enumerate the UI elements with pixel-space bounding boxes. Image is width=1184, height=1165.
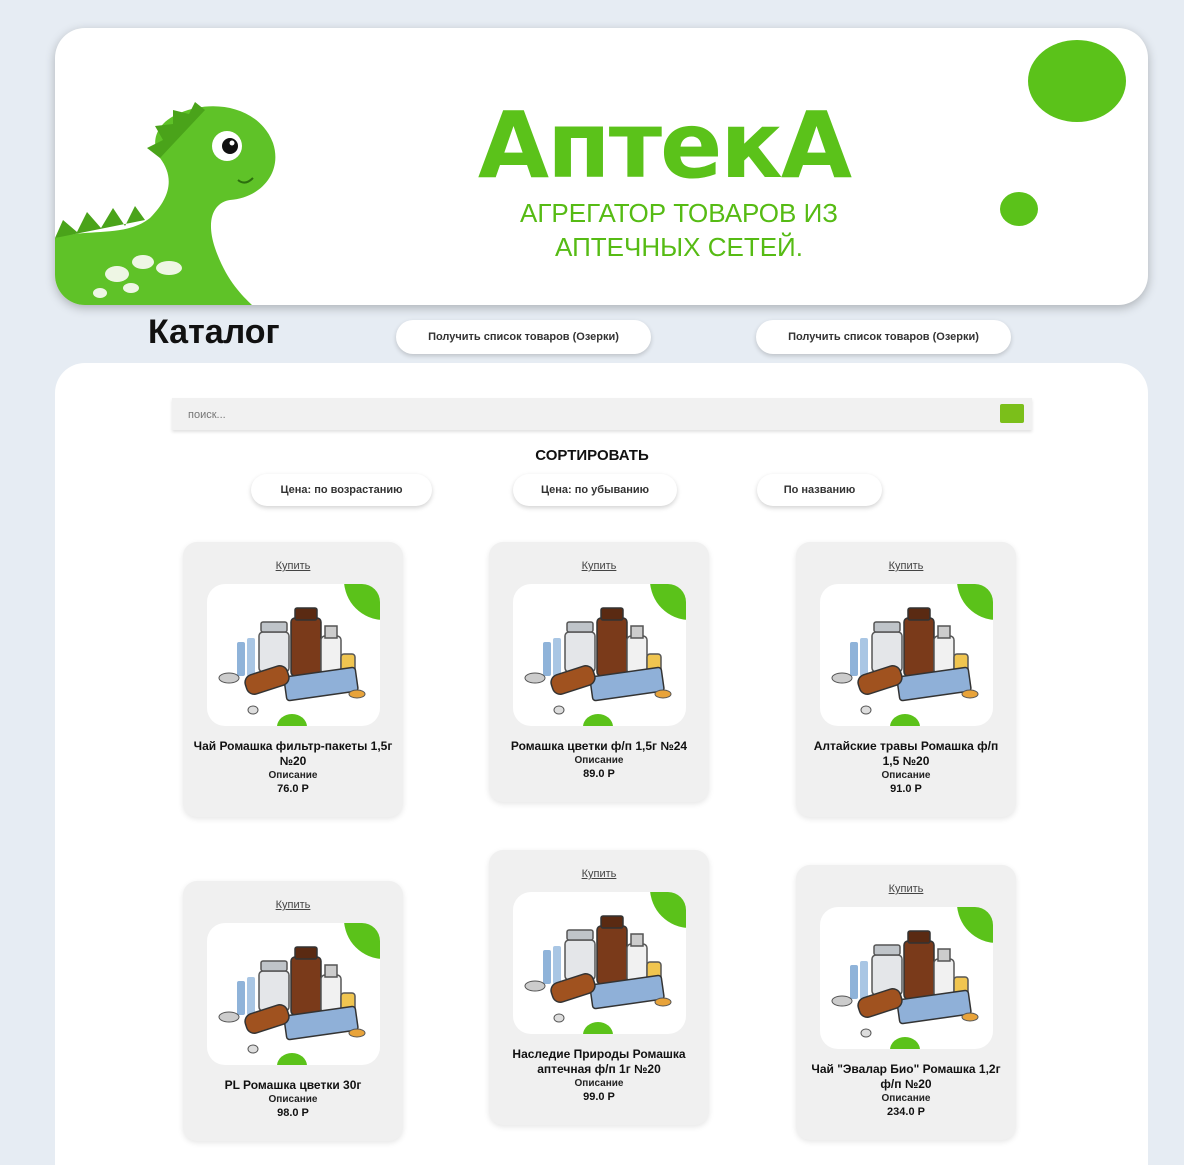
hero-banner: АптекА АГРЕГАТОР ТОВАРОВ ИЗ АПТЕЧНЫХ СЕТ… (55, 28, 1148, 305)
product-description: Описание (574, 1078, 624, 1089)
catalog-title: Каталог (148, 313, 280, 351)
decorative-circle (1000, 192, 1038, 226)
product-card: Купить Ромашка цветки ф/п 1,5г №24 Описа… (489, 542, 709, 802)
medicine-bottles-icon (831, 930, 978, 1038)
search-input[interactable] (186, 398, 970, 432)
search-bar (172, 398, 1032, 432)
sort-price-asc-button[interactable]: Цена: по возрастанию (251, 474, 432, 506)
buy-link[interactable]: Купить (183, 560, 403, 572)
product-card: Купить Наследие Природы Ромашка аптечная… (489, 850, 709, 1125)
buy-link[interactable]: Купить (489, 560, 709, 572)
product-name: Чай Ромашка фильтр-пакеты 1,5г №20 (193, 739, 393, 768)
product-name: Наследие Природы Ромашка аптечная ф/п 1г… (512, 1047, 686, 1076)
product-price: 89.0 Р (583, 768, 615, 780)
brand-subtitle-line-2: АПТЕЧНЫХ СЕТЕЙ. (555, 232, 803, 262)
product-description: Описание (574, 755, 624, 766)
product-price: 99.0 Р (583, 1091, 615, 1103)
buy-link[interactable]: Купить (183, 899, 403, 911)
product-name: Ромашка цветки ф/п 1,5г №24 (510, 739, 688, 753)
medicine-bottles-icon (218, 946, 365, 1054)
product-name: PL Ромашка цветки 30г (224, 1078, 362, 1092)
product-card: Купить Алтайские травы Ромашка ф/п 1,5 №… (796, 542, 1016, 817)
sort-price-desc-button[interactable]: Цена: по убыванию (513, 474, 677, 506)
product-description: Описание (268, 770, 318, 781)
product-image (512, 584, 686, 726)
medicine-bottles-icon (218, 607, 365, 715)
product-price: 234.0 Р (887, 1106, 925, 1118)
medicine-bottles-icon (831, 607, 978, 715)
product-description: Описание (268, 1094, 318, 1105)
medicine-bottles-icon (524, 607, 671, 715)
sort-by-name-button[interactable]: По названию (757, 474, 882, 506)
fetch-products-button[interactable]: Получить список товаров (Озерки) (396, 320, 651, 354)
product-price: 76.0 Р (277, 783, 309, 795)
sort-title: СОРТИРОВАТЬ (535, 447, 649, 464)
product-card: Купить PL Ромашка цветки 30г Описание 98… (183, 881, 403, 1141)
product-name: Чай "Эвалар Био" Ромашка 1,2г ф/п №20 (811, 1062, 1001, 1091)
fetch-products-button[interactable]: Получить список товаров (Озерки) (756, 320, 1011, 354)
product-image (206, 584, 380, 726)
product-price: 91.0 Р (890, 783, 922, 795)
product-image (206, 923, 380, 1065)
buy-link[interactable]: Купить (796, 560, 1016, 572)
product-card: Купить Чай "Эвалар Био" Ромашка 1,2г ф/п… (796, 865, 1016, 1140)
search-button[interactable] (1000, 404, 1024, 423)
product-image (512, 892, 686, 1034)
product-price: 98.0 Р (277, 1107, 309, 1119)
buy-link[interactable]: Купить (489, 868, 709, 880)
brand-subtitle: АГРЕГАТОР ТОВАРОВ ИЗ АПТЕЧНЫХ СЕТЕЙ. (55, 196, 1148, 264)
product-name: Алтайские травы Ромашка ф/п 1,5 №20 (813, 739, 999, 768)
product-description: Описание (881, 1093, 931, 1104)
product-description: Описание (881, 770, 931, 781)
medicine-bottles-icon (524, 915, 671, 1023)
product-card: Купить Чай Ромашка фильтр-пакеты 1,5г №2… (183, 542, 403, 817)
brand-title: АптекА (477, 92, 852, 199)
product-image (819, 584, 993, 726)
decorative-circle (1028, 40, 1126, 122)
buy-link[interactable]: Купить (796, 883, 1016, 895)
product-image (819, 907, 993, 1049)
